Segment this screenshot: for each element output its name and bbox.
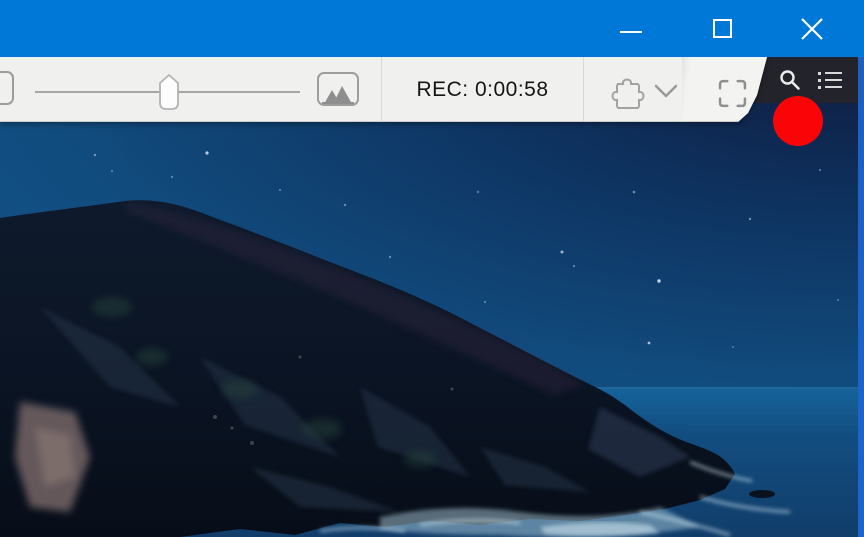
record-button[interactable] xyxy=(773,96,823,146)
fullscreen-button[interactable] xyxy=(714,77,750,109)
recorder-toolbar-wrap: REC: 0:00:58 xyxy=(0,57,772,122)
puzzle-icon xyxy=(611,78,645,109)
toolbar-bottom-border xyxy=(0,121,767,122)
chevron-down-icon xyxy=(654,84,678,98)
zoom-slider[interactable] xyxy=(35,57,300,122)
close-icon xyxy=(801,17,823,40)
desktop-wallpaper xyxy=(0,57,864,537)
image-icon xyxy=(322,86,354,104)
window-border-right xyxy=(858,57,864,537)
close-button[interactable] xyxy=(782,0,842,57)
list-button[interactable] xyxy=(810,59,850,101)
maximize-button[interactable] xyxy=(692,0,752,57)
titlebar xyxy=(0,0,864,57)
minimize-button[interactable] xyxy=(601,0,661,57)
separator xyxy=(583,57,584,122)
maximize-icon xyxy=(712,19,732,38)
dropdown-button[interactable] xyxy=(650,79,682,103)
fullscreen-icon xyxy=(718,79,746,107)
minimize-icon xyxy=(620,30,642,33)
recording-status: REC: 0:00:58 xyxy=(416,77,549,101)
image-button[interactable] xyxy=(317,72,359,106)
list-icon xyxy=(818,71,842,75)
extensions-button[interactable] xyxy=(601,70,649,110)
annotate-button[interactable] xyxy=(0,71,14,105)
search-button[interactable] xyxy=(772,59,808,101)
app-window: REC: 0:00:58 xyxy=(0,0,864,537)
recorder-toolbar: REC: 0:00:58 xyxy=(0,57,767,122)
slider-thumb[interactable] xyxy=(157,73,181,116)
search-icon xyxy=(780,70,800,90)
